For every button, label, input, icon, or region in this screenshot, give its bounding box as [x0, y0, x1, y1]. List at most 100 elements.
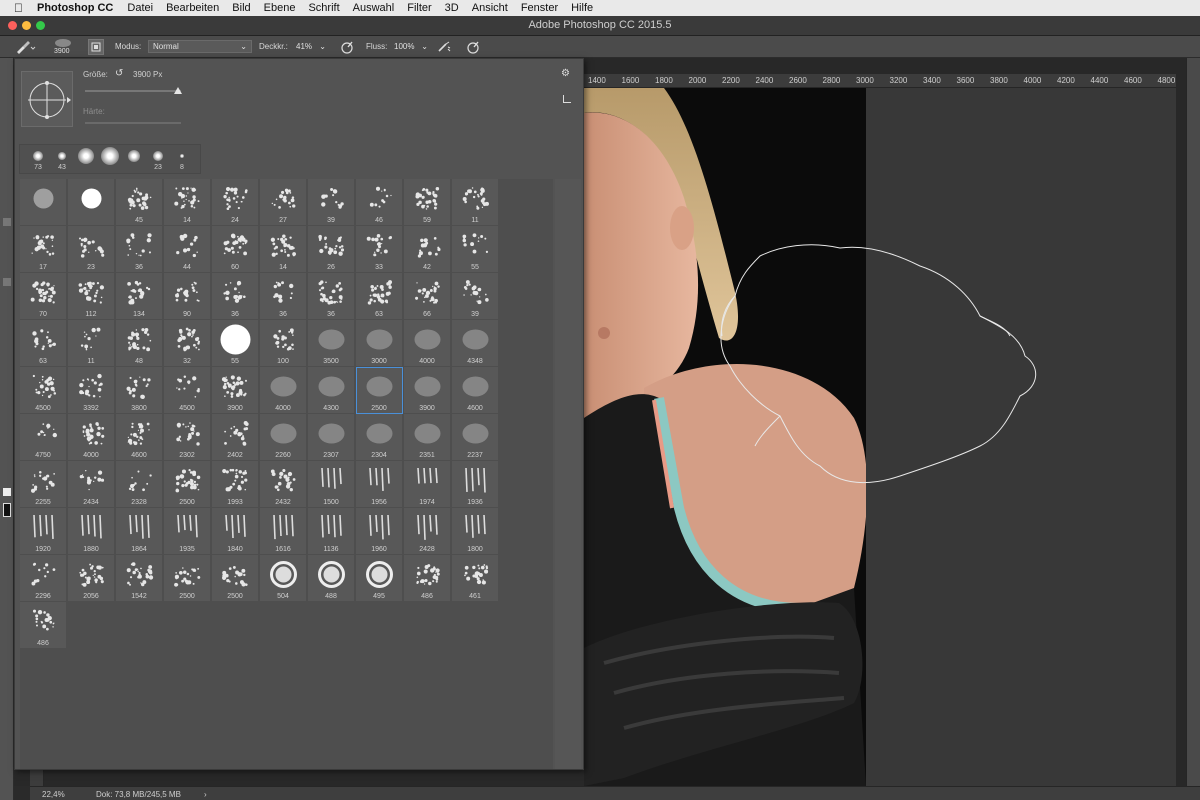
- status-menu-arrow-icon[interactable]: ›: [204, 790, 207, 799]
- brush-preset[interactable]: 2237: [452, 414, 499, 461]
- brush-preset[interactable]: 1960: [356, 508, 403, 555]
- brush-preset[interactable]: 66: [404, 273, 451, 320]
- brush-preset[interactable]: 11: [452, 179, 499, 226]
- brush-preset[interactable]: 3900: [404, 367, 451, 414]
- recent-brush-item[interactable]: 8: [170, 146, 194, 174]
- brush-preset[interactable]: 2402: [212, 414, 259, 461]
- brush-preset-picker[interactable]: 3900: [50, 37, 76, 57]
- brush-preset[interactable]: 1935: [164, 508, 211, 555]
- brush-preset[interactable]: 1920: [20, 508, 67, 555]
- brush-preset[interactable]: 33: [356, 226, 403, 273]
- brush-preset[interactable]: 2500: [164, 555, 211, 602]
- menu-hilfe[interactable]: Hilfe: [571, 2, 593, 14]
- brush-preset[interactable]: 488: [308, 555, 355, 602]
- menu-ansicht[interactable]: Ansicht: [472, 2, 508, 14]
- brush-preset[interactable]: 48: [116, 320, 163, 367]
- brush-preset[interactable]: 2500: [356, 367, 403, 414]
- brush-preset[interactable]: 1500: [308, 461, 355, 508]
- brush-preset[interactable]: 60: [212, 226, 259, 273]
- mode-select[interactable]: Normal ⌄: [148, 40, 252, 53]
- menu-auswahl[interactable]: Auswahl: [353, 2, 395, 14]
- brush-preset[interactable]: 1974: [404, 461, 451, 508]
- brush-preset[interactable]: 486: [20, 602, 67, 649]
- brush-preset[interactable]: 44: [164, 226, 211, 273]
- brush-preset[interactable]: 3800: [116, 367, 163, 414]
- brush-preset[interactable]: 11: [68, 320, 115, 367]
- foreground-color-swatch[interactable]: [3, 488, 11, 496]
- brush-preset[interactable]: 1936: [452, 461, 499, 508]
- brush-preset[interactable]: 1956: [356, 461, 403, 508]
- apple-icon[interactable]: : [14, 1, 23, 15]
- brush-preset[interactable]: 112: [68, 273, 115, 320]
- recent-brush-item[interactable]: [122, 146, 146, 174]
- brush-preset[interactable]: 4000: [404, 320, 451, 367]
- brush-preset[interactable]: 36: [116, 226, 163, 273]
- gear-icon[interactable]: ⚙: [561, 68, 570, 79]
- pressure-opacity-icon[interactable]: [340, 39, 354, 55]
- menu-schrift[interactable]: Schrift: [308, 2, 339, 14]
- flow-field[interactable]: 100% ⌄: [390, 40, 432, 53]
- brush-preset[interactable]: 46: [356, 179, 403, 226]
- zoom-level[interactable]: 22,4%: [42, 790, 65, 799]
- brush-preset[interactable]: 1542: [116, 555, 163, 602]
- menu-datei[interactable]: Datei: [127, 2, 153, 14]
- brush-preset[interactable]: 2307: [308, 414, 355, 461]
- brush-angle-preview[interactable]: [21, 71, 73, 127]
- app-menu[interactable]: Photoshop CC: [37, 2, 113, 14]
- brush-preset[interactable]: 2434: [68, 461, 115, 508]
- brush-preset[interactable]: 4000: [260, 367, 307, 414]
- brush-preset[interactable]: 59: [404, 179, 451, 226]
- brush-preset[interactable]: 4348: [452, 320, 499, 367]
- brush-preset[interactable]: 4600: [116, 414, 163, 461]
- recent-brush-item[interactable]: 43: [50, 146, 74, 174]
- brush-preset[interactable]: 4300: [308, 367, 355, 414]
- brush-preset[interactable]: 63: [356, 273, 403, 320]
- pressure-size-icon[interactable]: [466, 39, 480, 55]
- brush-preset[interactable]: 45: [116, 179, 163, 226]
- brush-preset[interactable]: 2255: [20, 461, 67, 508]
- brush-preset[interactable]: 2056: [68, 555, 115, 602]
- brush-preset[interactable]: 1616: [260, 508, 307, 555]
- brush-preset[interactable]: 36: [212, 273, 259, 320]
- brush-preset[interactable]: 1864: [116, 508, 163, 555]
- brush-preset[interactable]: 2304: [356, 414, 403, 461]
- brush-preset[interactable]: 504: [260, 555, 307, 602]
- brush-preset[interactable]: 1880: [68, 508, 115, 555]
- brush-preset[interactable]: 1993: [212, 461, 259, 508]
- menu-3d[interactable]: 3D: [445, 2, 459, 14]
- brush-preset[interactable]: 14: [260, 226, 307, 273]
- brush-preset[interactable]: 36: [308, 273, 355, 320]
- menu-filter[interactable]: Filter: [407, 2, 431, 14]
- brush-preset[interactable]: 2432: [260, 461, 307, 508]
- brush-preset[interactable]: 4500: [20, 367, 67, 414]
- brush-preset[interactable]: 27: [260, 179, 307, 226]
- brush-preset[interactable]: 17: [20, 226, 67, 273]
- brush-preset[interactable]: 14: [164, 179, 211, 226]
- brush-preset[interactable]: 3000: [356, 320, 403, 367]
- new-preset-icon[interactable]: [563, 95, 571, 103]
- menu-fenster[interactable]: Fenster: [521, 2, 558, 14]
- brush-preset[interactable]: 55: [212, 320, 259, 367]
- brush-preset[interactable]: 26: [308, 226, 355, 273]
- brush-preset[interactable]: 1840: [212, 508, 259, 555]
- size-slider-thumb[interactable]: [174, 87, 183, 94]
- brush-preset[interactable]: 63: [20, 320, 67, 367]
- brush-preset[interactable]: 39: [452, 273, 499, 320]
- brush-preset[interactable]: 3500: [308, 320, 355, 367]
- brush-preset[interactable]: 134: [116, 273, 163, 320]
- brush-preset[interactable]: 2328: [116, 461, 163, 508]
- brush-preset[interactable]: 486: [404, 555, 451, 602]
- brush-preset[interactable]: 4000: [68, 414, 115, 461]
- brush-preset[interactable]: 3900: [212, 367, 259, 414]
- brush-preset[interactable]: 2302: [164, 414, 211, 461]
- brush-preset[interactable]: 36: [260, 273, 307, 320]
- recent-brush-item[interactable]: 23: [146, 146, 170, 174]
- brush-panel-toggle-button[interactable]: [88, 39, 104, 55]
- brush-preset[interactable]: 23: [68, 226, 115, 273]
- brush-preset[interactable]: 90: [164, 273, 211, 320]
- brush-preset[interactable]: 4500: [164, 367, 211, 414]
- brush-preset[interactable]: 2260: [260, 414, 307, 461]
- airbrush-icon[interactable]: [436, 39, 452, 55]
- recent-brush-item[interactable]: [98, 146, 122, 174]
- background-color-swatch[interactable]: [3, 503, 11, 517]
